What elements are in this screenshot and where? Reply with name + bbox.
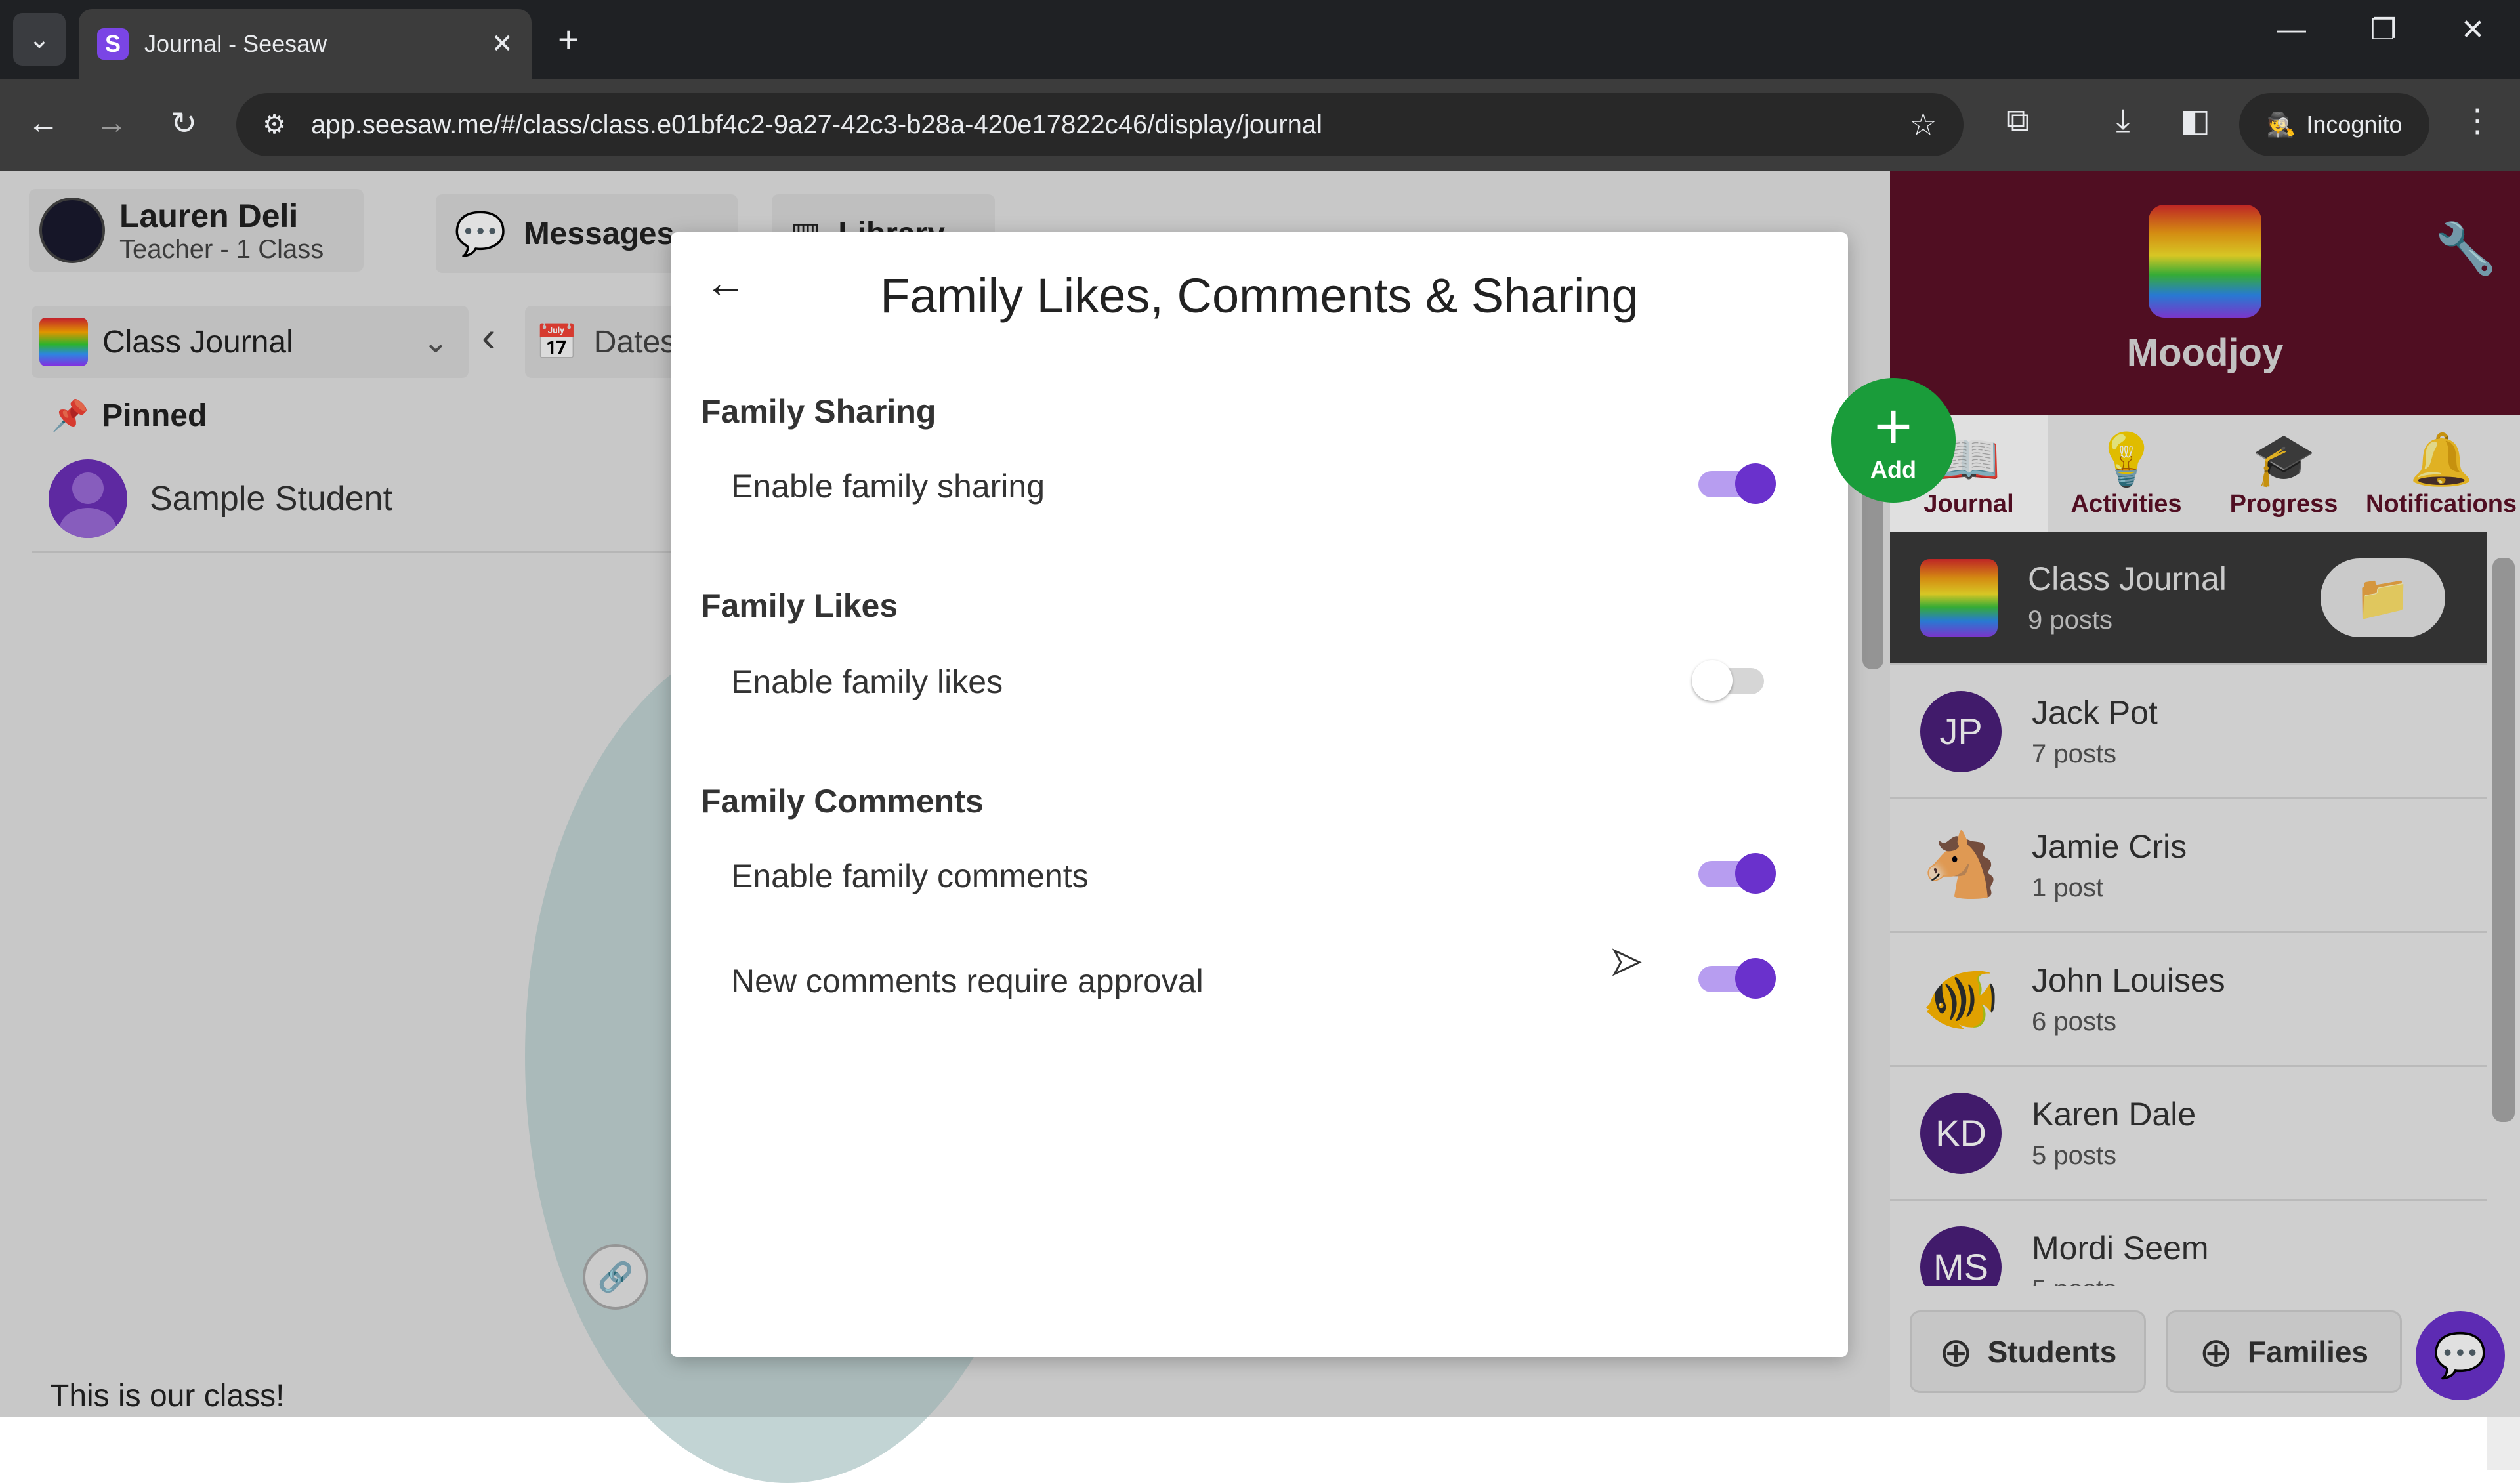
plus-icon: + bbox=[1874, 390, 1913, 463]
address-bar[interactable]: ⚙ app.seesaw.me/#/class/class.e01bf4c2-9… bbox=[236, 93, 1964, 156]
new-tab-button[interactable]: + bbox=[558, 18, 579, 60]
add-post-button[interactable]: + Add bbox=[1831, 378, 1956, 503]
enable-family-likes-label: Enable family likes bbox=[731, 663, 1003, 700]
minimize-icon[interactable]: — bbox=[2265, 13, 2318, 46]
section-family-comments: Family Comments bbox=[701, 783, 984, 820]
toggle-knob bbox=[1692, 660, 1732, 701]
download-icon[interactable]: ⤓ bbox=[2100, 102, 2146, 139]
restore-icon[interactable]: ❐ bbox=[2357, 13, 2410, 47]
incognito-indicator[interactable]: 🕵 Incognito bbox=[2239, 93, 2429, 156]
close-tab-icon[interactable]: ✕ bbox=[491, 29, 513, 59]
toggle-knob bbox=[1735, 958, 1776, 999]
toggle-knob bbox=[1735, 463, 1776, 504]
side-panel-icon[interactable]: ◧ bbox=[2172, 102, 2218, 139]
tab-title: Journal - Seesaw bbox=[144, 30, 327, 57]
forward-icon[interactable]: → bbox=[92, 105, 131, 141]
window-close-icon[interactable]: ✕ bbox=[2446, 13, 2499, 47]
incognito-icon: 🕵 bbox=[2266, 111, 2296, 138]
comments-require-approval-label: New comments require approval bbox=[731, 963, 1204, 999]
browser-tab[interactable]: S Journal - Seesaw ✕ bbox=[79, 9, 532, 79]
chevron-down-icon: ⌄ bbox=[28, 25, 51, 54]
dialog-title: Family Likes, Comments & Sharing bbox=[880, 268, 1639, 323]
section-family-likes: Family Likes bbox=[701, 587, 898, 624]
section-family-sharing: Family Sharing bbox=[701, 393, 936, 430]
toggle-knob bbox=[1735, 853, 1776, 894]
incognito-label: Incognito bbox=[2306, 111, 2403, 138]
add-label: Add bbox=[1870, 456, 1916, 483]
family-settings-dialog: ← Family Likes, Comments & Sharing Famil… bbox=[671, 232, 1848, 1357]
extensions-icon[interactable]: ⧉ bbox=[1995, 102, 2041, 139]
enable-family-sharing-label: Enable family sharing bbox=[731, 468, 1045, 505]
enable-family-likes-toggle[interactable] bbox=[1692, 660, 1772, 701]
url-text[interactable]: app.seesaw.me/#/class/class.e01bf4c2-9a2… bbox=[311, 110, 1909, 140]
site-settings-icon[interactable]: ⚙ bbox=[256, 110, 293, 140]
enable-family-comments-toggle[interactable] bbox=[1698, 853, 1776, 894]
enable-family-comments-label: Enable family comments bbox=[731, 858, 1089, 894]
comments-require-approval-toggle[interactable] bbox=[1698, 958, 1776, 999]
browser-tab-strip: ⌄ S Journal - Seesaw ✕ + — ❐ ✕ bbox=[0, 0, 2520, 79]
enable-family-sharing-toggle[interactable] bbox=[1698, 463, 1776, 504]
browser-menu-icon[interactable]: ⋮ bbox=[2454, 102, 2500, 139]
reload-icon[interactable]: ↻ bbox=[164, 105, 203, 142]
tab-search-button[interactable]: ⌄ bbox=[13, 13, 66, 66]
mouse-cursor-icon: ➤ bbox=[1610, 940, 1643, 983]
browser-toolbar: ← → ↻ ⚙ app.seesaw.me/#/class/class.e01b… bbox=[0, 79, 2520, 171]
back-icon[interactable]: ← bbox=[24, 105, 63, 141]
seesaw-favicon-icon: S bbox=[97, 28, 129, 60]
bookmark-star-icon[interactable]: ☆ bbox=[1909, 106, 1937, 143]
